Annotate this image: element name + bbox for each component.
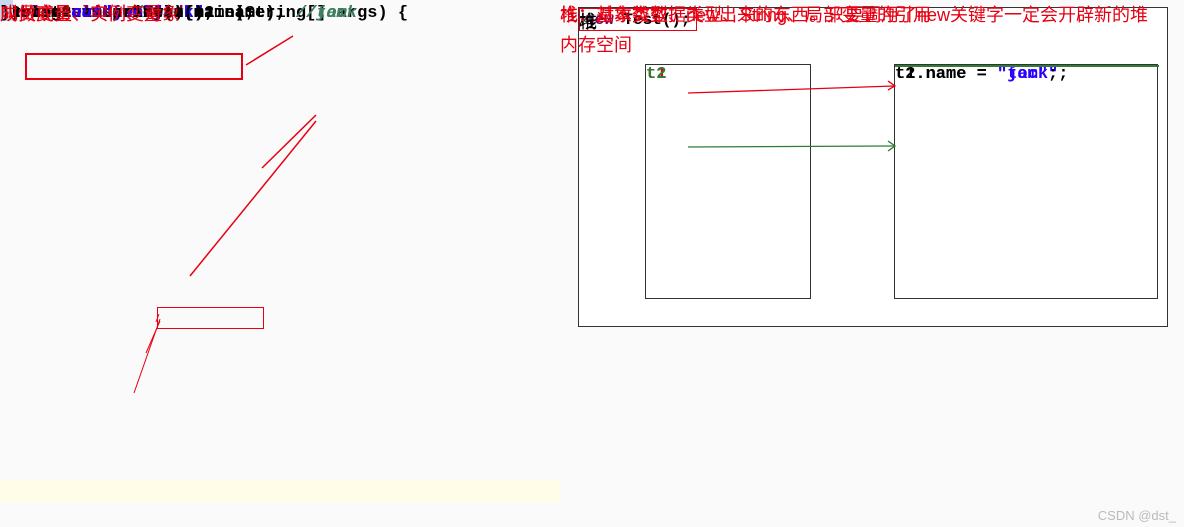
code-panel: public class Test { String name; // null… — [0, 0, 560, 527]
diagram-panel: new Test(); 栈 堆 t1 t2 t1.name = "jack"; … — [560, 0, 1184, 527]
watermark: CSDN @dst_ — [1098, 508, 1176, 523]
note-heap: 堆：对象类型、new出来的东西。只要调用了new关键字一定会开辟新的堆内存空间 — [560, 0, 1165, 60]
annotation-lines — [0, 0, 560, 527]
